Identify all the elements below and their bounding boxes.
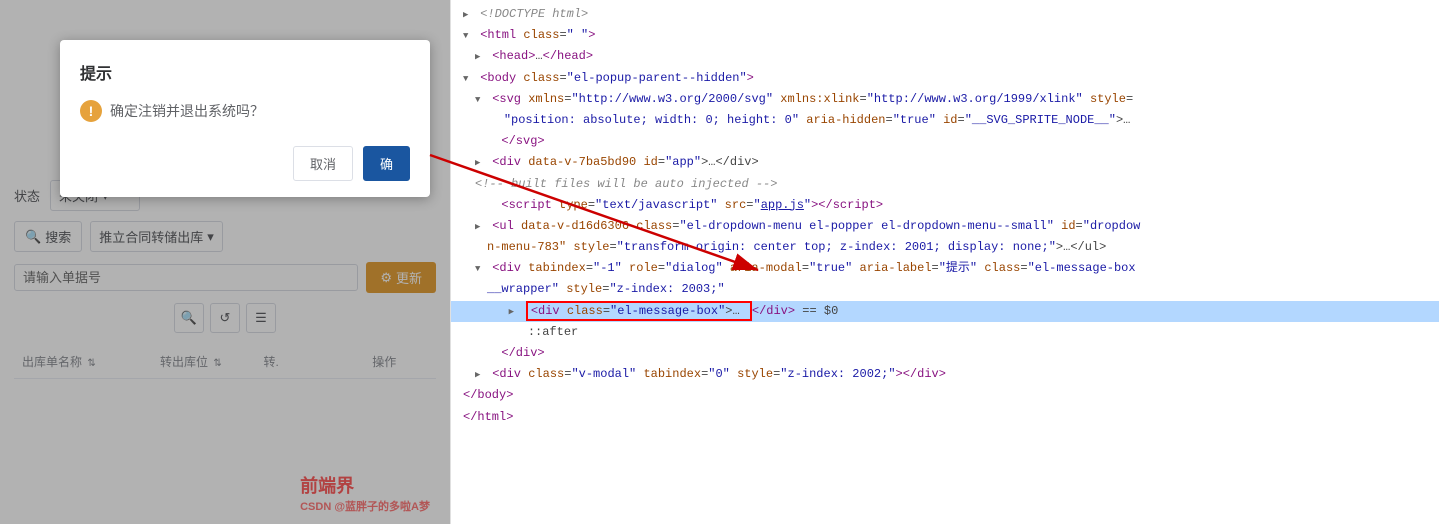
dialog-footer: 取消 确 <box>80 146 410 181</box>
confirm-button[interactable]: 确 <box>363 146 410 181</box>
triangle-2[interactable] <box>463 26 473 45</box>
code-line-8: <!-- built files will be auto injected -… <box>451 174 1439 195</box>
triangle-4[interactable] <box>463 69 473 88</box>
code-line-5: <svg xmlns="http://www.w3.org/2000/svg" … <box>451 89 1439 110</box>
right-panel[interactable]: <!DOCTYPE html> <html class=" "> <head>…… <box>450 0 1439 524</box>
code-line-15: <div class="v-modal" tabindex="0" style=… <box>451 364 1439 385</box>
triangle-7[interactable] <box>475 153 485 172</box>
triangle-3[interactable] <box>475 47 485 66</box>
code-line-2: <html class=" "> <box>451 25 1439 46</box>
code-line-10b: n-menu-783" style="transform-origin: cen… <box>451 237 1439 258</box>
dialog-overlay: 提示 ! 确定注销并退出系统吗？ 取消 确 <box>0 0 450 524</box>
code-line-3: <head>…</head> <box>451 46 1439 67</box>
left-panel: 提示 ! 确定注销并退出系统吗？ 取消 确 状态 未关闭 ▾ 🔍 搜索 <box>0 0 450 524</box>
dialog-message: 确定注销并退出系统吗？ <box>110 101 264 121</box>
cancel-button[interactable]: 取消 <box>293 146 353 181</box>
code-line-10: <ul data-v-d16d6306 class="el-dropdown-m… <box>451 216 1439 237</box>
code-line-11b: __wrapper" style="z-index: 2003;" <box>451 279 1439 300</box>
code-line-4: <body class="el-popup-parent--hidden"> <box>451 68 1439 89</box>
triangle-15[interactable] <box>475 365 485 384</box>
code-line-1: <!DOCTYPE html> <box>451 4 1439 25</box>
triangle-5[interactable] <box>475 90 485 109</box>
triangle-12[interactable] <box>509 302 519 321</box>
warning-icon: ! <box>80 100 102 122</box>
code-line-14: </div> <box>451 343 1439 364</box>
code-line-9: <script type="text/javascript" src="app.… <box>451 195 1439 216</box>
dialog-content: ! 确定注销并退出系统吗？ <box>80 100 410 122</box>
code-line-11: <div tabindex="-1" role="dialog" aria-mo… <box>451 258 1439 279</box>
triangle-1[interactable] <box>463 5 473 24</box>
code-line-16: </body> <box>451 385 1439 406</box>
triangle-10[interactable] <box>475 217 485 236</box>
dialog-box: 提示 ! 确定注销并退出系统吗？ 取消 确 <box>60 40 430 197</box>
code-line-17: </html> <box>451 407 1439 428</box>
code-line-5b: "position: absolute; width: 0; height: 0… <box>451 110 1439 131</box>
dialog-title: 提示 <box>80 60 410 84</box>
code-line-13: ::after <box>451 322 1439 343</box>
code-line-12[interactable]: <div class="el-message-box">… </div> == … <box>451 301 1439 322</box>
code-line-6: </svg> <box>451 131 1439 152</box>
triangle-11[interactable] <box>475 259 485 278</box>
code-line-7: <div data-v-7ba5bd90 id="app">…</div> <box>451 152 1439 173</box>
